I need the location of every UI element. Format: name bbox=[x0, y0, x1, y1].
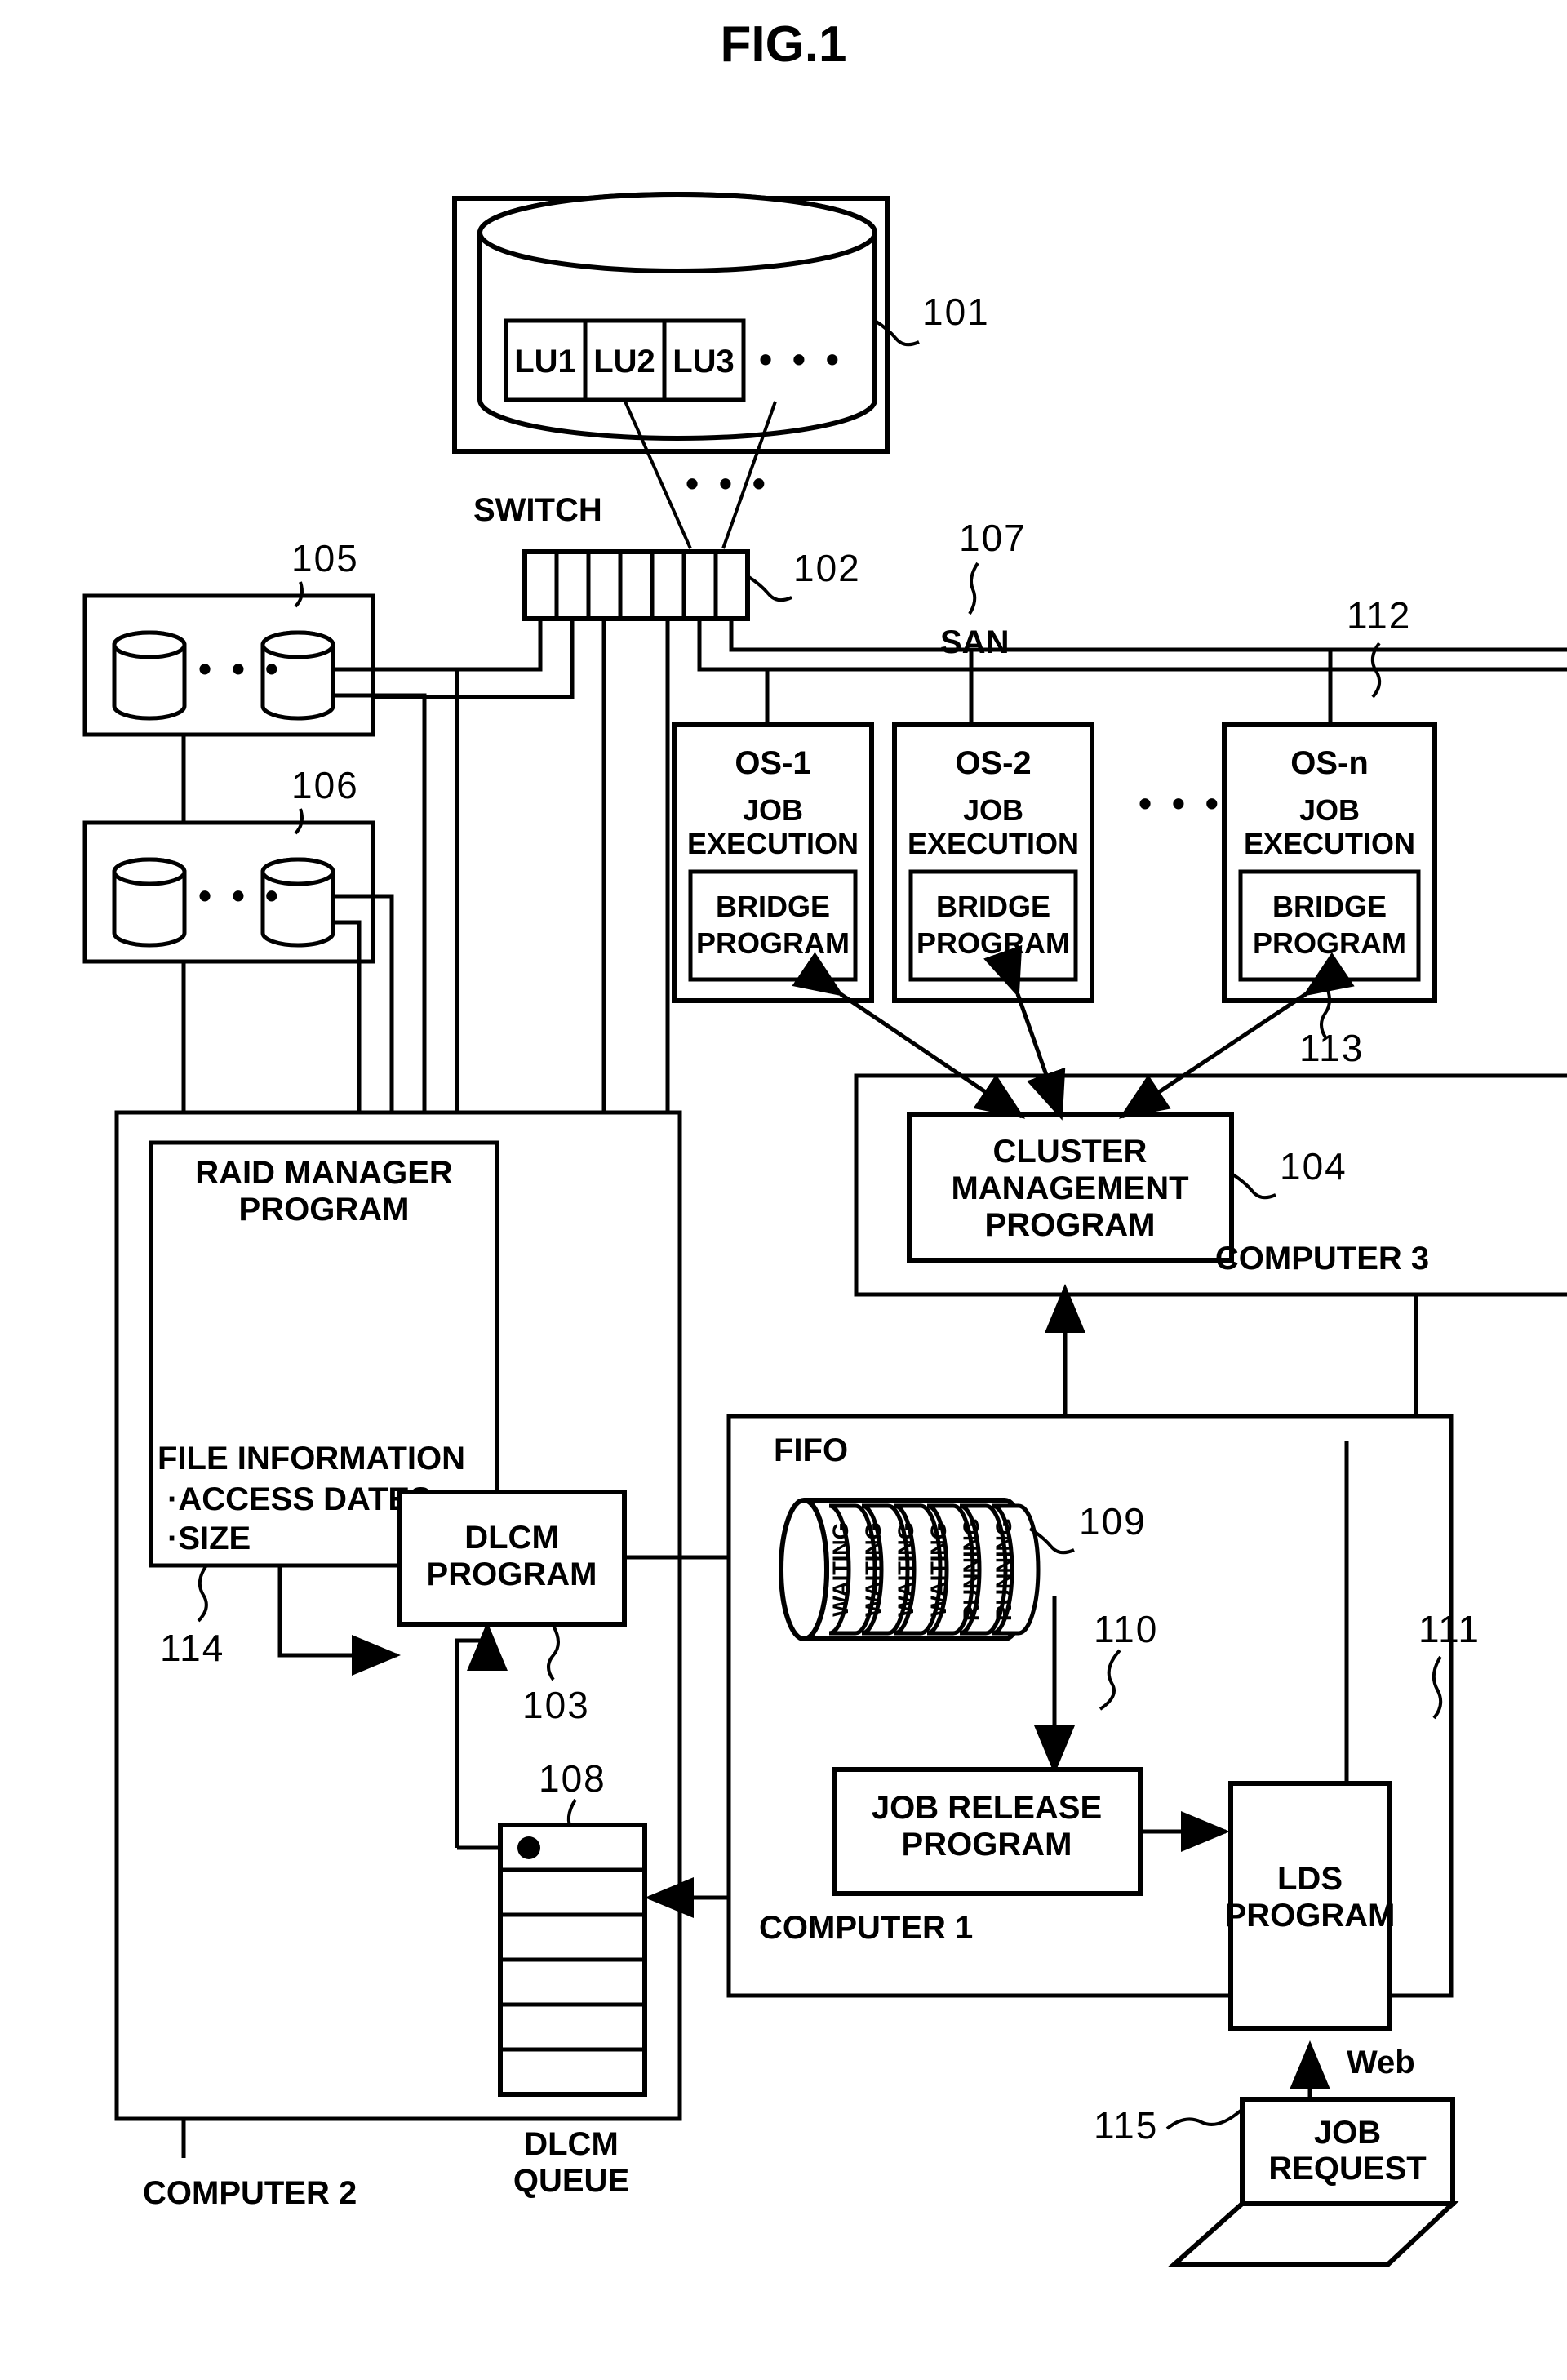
bridge-program-1-line2: PROGRAM bbox=[696, 926, 850, 960]
disk-array-105-ellipsis: • • • bbox=[198, 647, 283, 690]
os-node-n-name: OS-n bbox=[1290, 745, 1369, 781]
cluster-line2: MANAGEMENT bbox=[951, 1170, 1188, 1206]
job-request-keyboard bbox=[1167, 2201, 1459, 2267]
dlcm-queue-label-line1: DLCM bbox=[524, 2126, 619, 2162]
ref-label-115: 115 bbox=[1094, 2104, 1158, 2147]
dlcm-queue-head-marker bbox=[517, 1836, 540, 1859]
ref-leader-115 bbox=[1165, 2109, 1242, 2130]
storage-link-ellipsis: • • • bbox=[686, 462, 770, 504]
bridge-program-1 bbox=[688, 869, 858, 982]
dlcm-queue-label-line2: QUEUE bbox=[513, 2163, 629, 2199]
ref-label-103: 103 bbox=[522, 1684, 590, 1726]
fifo-slot-1-label: WAITING bbox=[828, 1522, 853, 1617]
fifo-slot-2-label: WAITING bbox=[861, 1522, 886, 1617]
os-node-2-exec: EXECUTION bbox=[908, 827, 1079, 860]
disk-106-cyl-1-top bbox=[112, 857, 187, 886]
os-node-n-job: JOB bbox=[1299, 793, 1360, 827]
bridge-program-2-line2: PROGRAM bbox=[917, 926, 1070, 960]
fifo-slot-3-label: WAITING bbox=[894, 1522, 918, 1617]
san-label: SAN bbox=[940, 624, 1009, 660]
bridge-program-n bbox=[1238, 869, 1421, 982]
file-info-item-access-dates: ·ACCESS DATES bbox=[167, 1481, 432, 1517]
fifo-label: FIFO bbox=[774, 1432, 848, 1468]
ref-label-111: 111 bbox=[1418, 1608, 1480, 1650]
san-bus-trunk-2 bbox=[729, 619, 1567, 652]
lu-ellipsis: • • • bbox=[759, 338, 844, 380]
os-node-1-exec: EXECUTION bbox=[687, 827, 859, 860]
ref-label-101: 101 bbox=[922, 291, 990, 333]
os-node-2-job: JOB bbox=[963, 793, 1023, 827]
job-release-line2: PROGRAM bbox=[902, 1827, 1072, 1863]
ref-label-107: 107 bbox=[959, 517, 1027, 559]
computer3-label: COMPUTER 3 bbox=[1215, 1241, 1429, 1277]
lds-line2: PROGRAM bbox=[1225, 1898, 1396, 1934]
ref-label-106: 106 bbox=[291, 764, 359, 806]
disk-array-106-ellipsis: • • • bbox=[198, 874, 283, 917]
bridge-program-n-line1: BRIDGE bbox=[1272, 890, 1387, 923]
fifo-slot-6: RUNNING bbox=[992, 1503, 1041, 1636]
file-info-item-size: ·SIZE bbox=[167, 1521, 251, 1556]
ref-label-110: 110 bbox=[1094, 1608, 1158, 1650]
ref-leader-107 bbox=[968, 562, 979, 615]
web-label: Web bbox=[1347, 2045, 1415, 2080]
os-node-2-name: OS-2 bbox=[955, 745, 1031, 781]
os-node-1-job: JOB bbox=[743, 793, 803, 827]
lu-label-2: LU2 bbox=[593, 344, 655, 380]
ref-label-105: 105 bbox=[291, 537, 359, 579]
ref-label-114: 114 bbox=[160, 1627, 224, 1669]
patent-figure: FIG.1 LU1 LU2 LU3 • • • 101 • • • SWITCH… bbox=[0, 0, 1567, 2380]
bridge-program-n-line2: PROGRAM bbox=[1253, 926, 1406, 960]
job-release-line1: JOB RELEASE bbox=[872, 1790, 1102, 1826]
raid-line1: RAID MANAGER bbox=[195, 1155, 453, 1191]
ref-label-112: 112 bbox=[1347, 594, 1411, 637]
ref-label-108: 108 bbox=[539, 1757, 606, 1800]
san-bus-trunk bbox=[697, 619, 1567, 672]
fifo-slot-5-label: RUNNING bbox=[959, 1518, 983, 1621]
os-nodes-ellipsis: • • • bbox=[1139, 782, 1223, 824]
file-information-title: FILE INFORMATION bbox=[158, 1441, 465, 1476]
storage-cylinder-top bbox=[477, 192, 877, 273]
lu-label-1: LU1 bbox=[514, 344, 576, 380]
raid-line2: PROGRAM bbox=[239, 1192, 410, 1228]
lds-line1: LDS bbox=[1277, 1861, 1343, 1897]
lu-label-3: LU3 bbox=[673, 344, 735, 380]
ref-label-113: 113 bbox=[1299, 1027, 1364, 1069]
figure-title: FIG.1 bbox=[720, 16, 846, 73]
cluster-line1: CLUSTER bbox=[993, 1134, 1148, 1170]
ref-label-104: 104 bbox=[1280, 1145, 1347, 1188]
job-request-line1: JOB bbox=[1314, 2115, 1381, 2151]
dlcm-line2: PROGRAM bbox=[427, 1556, 597, 1592]
ref-label-109: 109 bbox=[1079, 1500, 1147, 1543]
computer1-label: COMPUTER 1 bbox=[759, 1910, 973, 1946]
bridge-program-2 bbox=[908, 869, 1078, 982]
computer2-label: COMPUTER 2 bbox=[143, 2175, 357, 2211]
dlcm-line1: DLCM bbox=[464, 1520, 559, 1556]
os-node-1-name: OS-1 bbox=[735, 745, 810, 781]
os-node-n-exec: EXECUTION bbox=[1244, 827, 1415, 860]
fifo-slot-4-label: WAITING bbox=[926, 1522, 951, 1617]
bridge-program-2-line1: BRIDGE bbox=[936, 890, 1050, 923]
fifo-cylinder-cap bbox=[779, 1498, 829, 1641]
cluster-line3: PROGRAM bbox=[985, 1207, 1156, 1243]
ref-leader-102 bbox=[746, 575, 792, 602]
fifo-slot-6-label: RUNNING bbox=[992, 1518, 1016, 1621]
disk-105-cyl-1-top bbox=[112, 630, 187, 659]
bridge-program-1-line1: BRIDGE bbox=[716, 890, 830, 923]
switch-label: SWITCH bbox=[473, 492, 602, 528]
ref-label-102: 102 bbox=[793, 547, 861, 589]
job-request-line2: REQUEST bbox=[1268, 2151, 1426, 2187]
